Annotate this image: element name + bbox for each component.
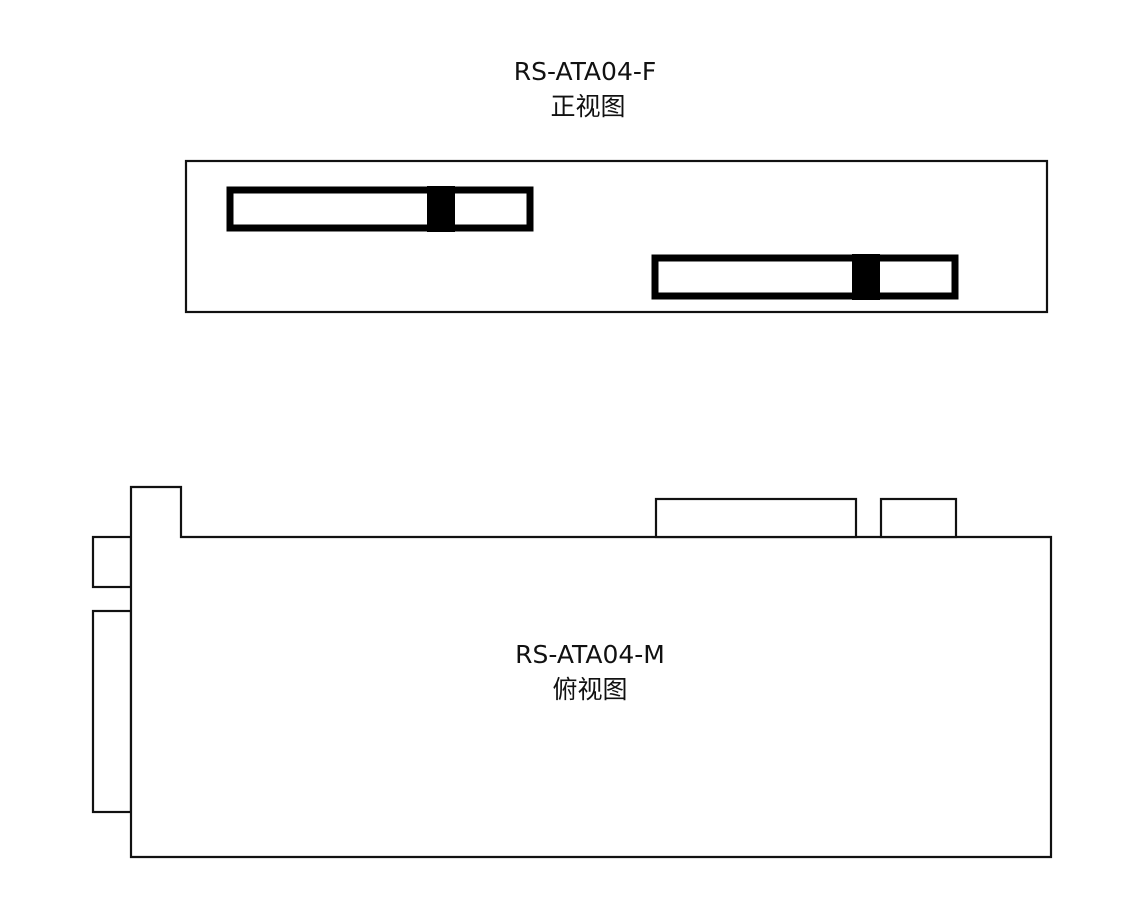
front-connector-1 <box>226 186 534 232</box>
top-left-connector-small <box>91 535 133 589</box>
front-view-name-label: 正视图 <box>550 92 625 121</box>
connector-2-latch <box>852 254 880 300</box>
top-view: RS-ATA04-M 俯视图 <box>91 485 1053 859</box>
hardware-drawing: RS-ATA04-F 正视图 RS-ATA04-M 俯视图 <box>91 57 1053 859</box>
top-view-name-label: 俯视图 <box>552 675 627 704</box>
connector-1-latch <box>427 186 455 232</box>
front-view-model-label: RS-ATA04-F <box>514 57 657 86</box>
front-view: RS-ATA04-F 正视图 <box>184 57 1049 314</box>
top-left-connector-large <box>91 609 133 814</box>
top-edge-connector-large <box>654 497 858 539</box>
top-view-model-label: RS-ATA04-M <box>515 640 665 669</box>
connector-2-body <box>651 254 959 300</box>
card-outline <box>129 485 1053 859</box>
top-edge-connector-small <box>879 497 958 539</box>
front-connector-2 <box>651 254 959 300</box>
connector-1-body <box>226 186 534 232</box>
